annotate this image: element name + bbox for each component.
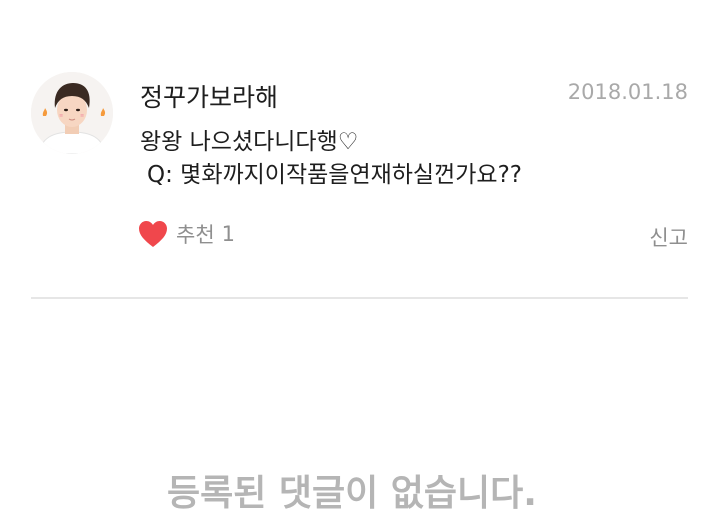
comment-date: 2018.01.18	[567, 80, 688, 104]
avatar-image: ≡ ≡	[31, 72, 113, 154]
avatar[interactable]: ≡ ≡	[31, 72, 113, 154]
comment-page: ≡ ≡ 정꾸가보라해 2018.01.18 왕왕 나으셨다니다행♡ Q: 몇화까…	[0, 0, 704, 528]
divider	[31, 297, 688, 299]
comment-body-line: Q: 몇화까지이작품을연재하실껀가요??	[147, 162, 522, 188]
empty-comments-message: 등록된 댓글이 없습니다.	[167, 473, 537, 514]
report-button[interactable]: 신고	[649, 222, 688, 252]
comment-body: 왕왕 나으셨다니다행♡ Q: 몇화까지이작품을연재하실껀가요??	[140, 126, 680, 192]
like-label: 추천	[176, 223, 215, 247]
heart-icon	[139, 221, 167, 247]
svg-text:≡: ≡	[80, 113, 84, 119]
svg-text:≡: ≡	[59, 113, 63, 119]
like-count: 1	[221, 222, 236, 246]
like-button[interactable]: 추천 1	[138, 219, 235, 249]
comment-author[interactable]: 정꾸가보라해	[140, 78, 278, 114]
comment-body-line: 왕왕 나으셨다니다행♡	[140, 129, 359, 155]
